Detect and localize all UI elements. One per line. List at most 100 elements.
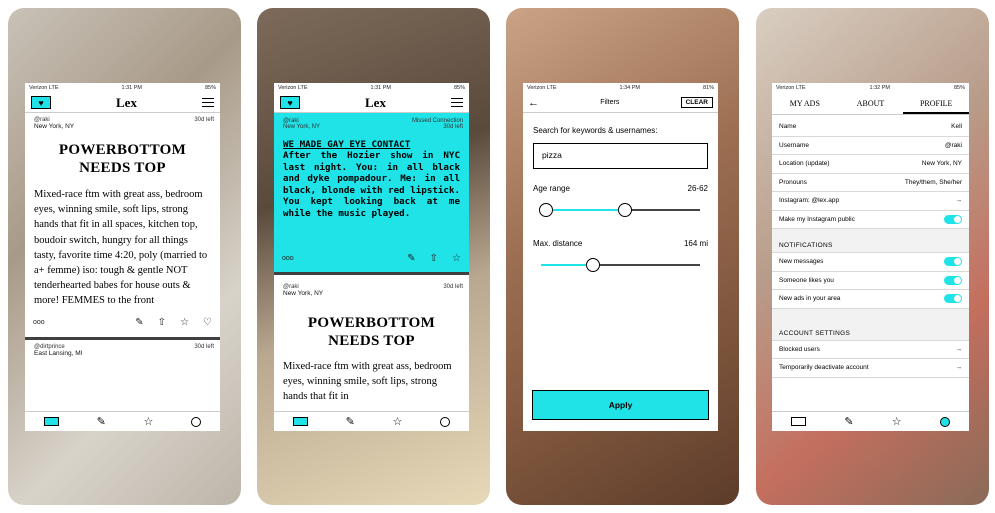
battery-label: 81% <box>702 85 714 91</box>
apply-button[interactable]: Apply <box>532 390 709 420</box>
profile-tabs: MY ADS ABOUT PROFILE <box>772 93 969 115</box>
post-location: East Lansing, MI <box>34 349 83 357</box>
battery-label: 85% <box>453 85 465 91</box>
pencil-icon[interactable]: ✎ <box>135 317 143 328</box>
phone-screen-feed: Verizon LTE 1:31 PM 85% ♥ Lex @raki 30d … <box>25 83 220 431</box>
list-icon[interactable] <box>292 417 308 426</box>
battery-label: 85% <box>953 85 965 91</box>
tab-bar: ✎ ☆ <box>772 411 969 431</box>
post-title: WE MADE GAY EYE CONTACT <box>283 139 411 150</box>
time-label: 1:32 PM <box>869 85 891 91</box>
instagram-public-row: Make my Instagram public <box>772 211 969 229</box>
profile-row-location[interactable]: Location (update) New York, NY <box>772 155 969 174</box>
divider <box>25 336 220 340</box>
tab-bar: ✎ ☆ <box>25 411 220 431</box>
post-meta: @dirtprince 30d left <box>25 340 220 350</box>
age-min-handle[interactable] <box>538 203 553 217</box>
tab-my-ads[interactable]: MY ADS <box>772 93 838 114</box>
screenshot-card-feed: Verizon LTE 1:31 PM 85% ♥ Lex @raki 30d … <box>8 8 241 505</box>
heart-outline-icon[interactable]: ♡ <box>203 317 212 328</box>
messages-toggle[interactable] <box>944 257 962 267</box>
back-arrow-icon[interactable]: ← <box>528 97 539 109</box>
likes-toggle[interactable] <box>944 275 962 285</box>
distance-slider[interactable] <box>541 258 700 272</box>
pencil-icon[interactable]: ✎ <box>346 415 355 428</box>
star-icon[interactable]: ☆ <box>393 415 403 428</box>
phone-screen-missed: Verizon LTE 1:31 PM 85% ♥ Lex @raki Miss… <box>274 83 469 431</box>
filters-title: Filters <box>600 99 620 106</box>
app-title: Lex <box>116 94 137 110</box>
profile-row-name[interactable]: Name Kell <box>772 118 969 137</box>
phone-screen-profile: Verizon LTE 1:32 PM 85% MY ADS ABOUT PRO… <box>772 83 969 431</box>
post-meta: @raki 30d left <box>274 275 469 290</box>
search-label: Search for keywords & usernames: <box>533 126 658 135</box>
status-bar: Verizon LTE 1:32 PM 85% <box>776 85 965 91</box>
deactivate-account-row[interactable]: Temporarily deactivate account → <box>772 359 969 378</box>
more-icon[interactable]: ooo <box>33 319 45 326</box>
post-meta: @raki Missed Connection <box>274 113 469 124</box>
notif-row-ads: New ads in your area <box>772 290 969 309</box>
heart-icon[interactable]: ♥ <box>31 96 51 109</box>
distance-row: Max. distance 164 mi <box>523 216 718 248</box>
post-location: New York, NY <box>283 290 324 297</box>
list-icon[interactable] <box>791 417 807 426</box>
instagram-public-toggle[interactable] <box>944 214 962 224</box>
app-title: Lex <box>365 94 386 110</box>
profile-row-pronouns[interactable]: Pronouns They/them, She/her <box>772 174 969 192</box>
search-input[interactable]: pizza <box>533 143 708 169</box>
post-location: New York, NY <box>283 124 321 130</box>
age-range-row: Age range 26-62 <box>523 169 718 193</box>
divider <box>274 272 469 275</box>
screenshot-card-profile: Verizon LTE 1:32 PM 85% MY ADS ABOUT PRO… <box>756 8 989 505</box>
post-age: 30d left <box>443 124 463 130</box>
profile-row-instagram[interactable]: Instagram: @lex.app → <box>772 192 969 211</box>
filter-icon[interactable] <box>201 98 214 107</box>
heart-icon[interactable]: ♥ <box>280 96 300 109</box>
profile-icon[interactable] <box>440 416 451 427</box>
pencil-icon[interactable]: ✎ <box>407 253 415 264</box>
more-icon[interactable]: ooo <box>282 255 294 262</box>
share-icon[interactable]: ⇧ <box>158 317 166 328</box>
ads-toggle[interactable] <box>944 294 962 304</box>
age-range-label: Age range <box>533 184 570 193</box>
blocked-users-row[interactable]: Blocked users → <box>772 341 969 359</box>
filter-icon[interactable] <box>450 98 463 107</box>
screenshot-card-filters: Verizon LTE 1:34 PM 81% ← Filters CLEAR … <box>506 8 739 505</box>
list-icon[interactable] <box>43 417 59 426</box>
share-icon[interactable]: ⇧ <box>430 253 438 264</box>
account-settings-header: ACCOUNT SETTINGS <box>772 308 969 341</box>
post-actions: ooo ✎ ⇧ ☆ <box>274 253 469 264</box>
profile-icon[interactable] <box>191 416 202 427</box>
post-body: After the Hozier show in NYC last night.… <box>283 150 461 219</box>
tab-profile[interactable]: PROFILE <box>903 93 969 114</box>
notif-row-likes: Someone likes you <box>772 272 969 290</box>
time-label: 1:31 PM <box>121 85 143 91</box>
profile-row-username[interactable]: Username @raki <box>772 137 969 155</box>
star-icon[interactable]: ☆ <box>892 415 902 428</box>
distance-handle[interactable] <box>586 258 601 272</box>
age-max-handle[interactable] <box>618 203 633 217</box>
notifications-header: NOTIFICATIONS <box>772 229 969 253</box>
star-icon[interactable]: ☆ <box>452 253 461 264</box>
post-body: Mixed-race ftm with great ass, bedroom e… <box>34 189 208 307</box>
filters-header: ← Filters CLEAR <box>523 93 718 113</box>
battery-label: 85% <box>204 85 216 91</box>
star-icon[interactable]: ☆ <box>180 317 189 328</box>
distance-value: 164 mi <box>683 239 708 248</box>
clear-button[interactable]: CLEAR <box>680 97 713 108</box>
post-body: Mixed-race ftm with great ass, bedroom e… <box>283 361 452 403</box>
age-range-slider[interactable] <box>538 203 700 217</box>
age-range-fill <box>545 209 626 211</box>
post-username[interactable]: @dirtprince <box>34 344 65 350</box>
status-bar: Verizon LTE 1:31 PM 85% <box>29 85 216 91</box>
profile-icon[interactable] <box>939 416 950 427</box>
app-header: ♥ Lex <box>274 93 469 113</box>
pencil-icon[interactable]: ✎ <box>844 415 853 428</box>
missed-connection-post[interactable]: @raki Missed Connection New York, NY 30d… <box>274 113 469 272</box>
post-actions: ooo ✎ ⇧ ☆ ♡ <box>25 317 220 328</box>
pencil-icon[interactable]: ✎ <box>97 415 106 428</box>
post-headline: POWERBOTTOM NEEDS TOP <box>307 315 436 349</box>
tab-about[interactable]: ABOUT <box>838 93 904 114</box>
post-headline: POWERBOTTOM NEEDS TOP <box>58 142 187 176</box>
star-icon[interactable]: ☆ <box>144 415 154 428</box>
